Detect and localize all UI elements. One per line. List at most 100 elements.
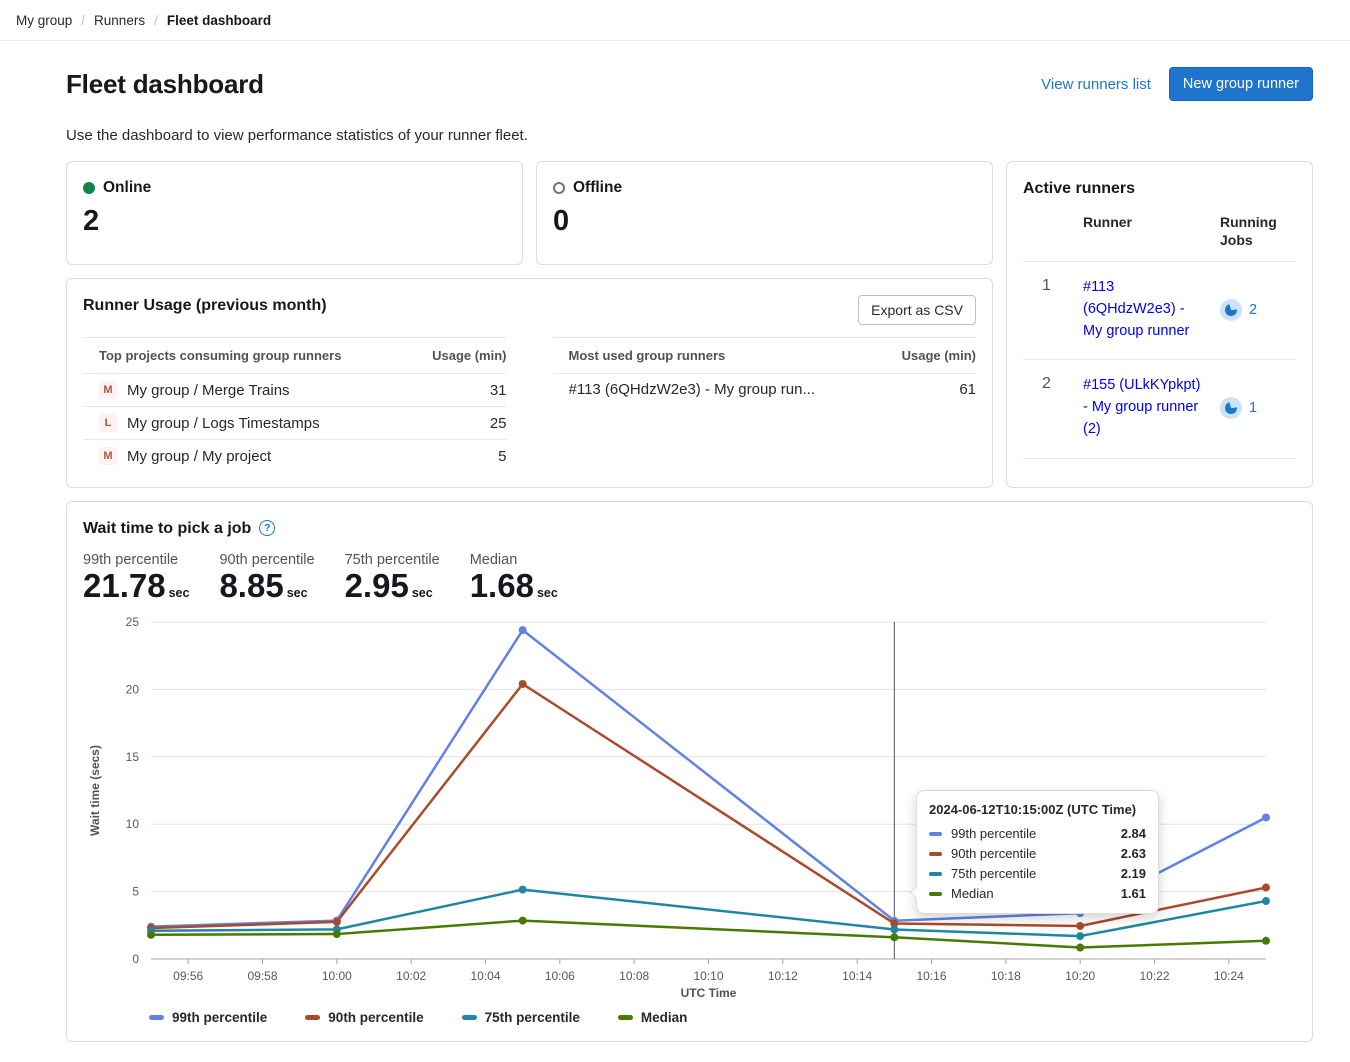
runner-rank: 2 — [1023, 375, 1083, 393]
legend-item-median[interactable]: Median — [618, 1010, 688, 1025]
svg-text:10:04: 10:04 — [470, 969, 500, 983]
view-runners-list-link[interactable]: View runners list — [1041, 76, 1151, 93]
table-row: 2 #155 (ULkKYpkpt) - My group runner (2)… — [1023, 360, 1296, 458]
project-name: My group / Logs Timestamps — [127, 415, 478, 432]
table-row: M My group / Merge Trains 31 — [83, 374, 507, 407]
project-usage-value: 31 — [490, 382, 507, 399]
runner-usage-value: 61 — [959, 381, 976, 398]
page-description: Use the dashboard to view performance st… — [66, 127, 1313, 144]
series-dash-icon — [929, 892, 942, 896]
breadcrumb-separator: / — [81, 13, 85, 28]
project-name: My group / Merge Trains — [127, 382, 478, 399]
offline-card: Offline 0 — [536, 161, 993, 265]
project-usage-value: 5 — [498, 448, 506, 465]
running-jobs-count-link[interactable]: 2 — [1249, 302, 1257, 318]
svg-text:10:02: 10:02 — [396, 969, 426, 983]
svg-text:25: 25 — [126, 615, 140, 629]
tooltip-row: 90th percentile 2.63 — [929, 846, 1146, 861]
dashboard-grid: Online 2 Offline 0 Runner Usage (previou… — [66, 161, 1313, 488]
svg-text:09:58: 09:58 — [247, 969, 277, 983]
online-card: Online 2 — [66, 161, 523, 265]
svg-text:10:20: 10:20 — [1065, 969, 1095, 983]
page-header: Fleet dashboard View runners list New gr… — [66, 67, 1313, 101]
runner-name: #113 (6QHdzW2e3) - My group run... — [569, 381, 948, 398]
help-icon[interactable]: ? — [259, 520, 275, 536]
breadcrumb-separator: / — [154, 13, 158, 28]
wait-time-card: Wait time to pick a job ? 99th percentil… — [66, 501, 1313, 1042]
table-row: 1 #113 (6QHdzW2e3) - My group runner 2 — [1023, 262, 1296, 360]
main-content: Fleet dashboard View runners list New gr… — [0, 41, 1350, 1062]
breadcrumb-link-runners[interactable]: Runners — [94, 13, 145, 28]
wait-time-stats: 99th percentile 21.78sec 90th percentile… — [83, 552, 1296, 604]
status-cards-row: Online 2 Offline 0 — [66, 161, 993, 265]
svg-text:10:22: 10:22 — [1139, 969, 1169, 983]
export-csv-button[interactable]: Export as CSV — [858, 295, 976, 325]
table-row: M My group / My project 5 — [83, 440, 507, 472]
svg-text:10:08: 10:08 — [619, 969, 649, 983]
legend-dash-icon — [305, 1015, 320, 1020]
running-jobs-count-link[interactable]: 1 — [1249, 400, 1257, 416]
runner-usage-title: Runner Usage (previous month) — [83, 297, 327, 315]
online-count: 2 — [83, 205, 506, 238]
svg-text:5: 5 — [132, 885, 139, 899]
breadcrumb-link-group[interactable]: My group — [16, 13, 72, 28]
svg-text:10:14: 10:14 — [842, 969, 872, 983]
runner-link[interactable]: #113 (6QHdzW2e3) - My group runner — [1083, 277, 1220, 342]
table-row: #113 (6QHdzW2e3) - My group run... 61 — [553, 374, 977, 405]
svg-text:10:10: 10:10 — [693, 969, 723, 983]
top-projects-usage-header: Usage (min) — [432, 348, 506, 363]
svg-text:10:06: 10:06 — [545, 969, 575, 983]
stat-99th: 99th percentile 21.78sec — [83, 552, 189, 604]
running-jobs-column-header: Running Jobs — [1220, 214, 1296, 249]
svg-text:10:16: 10:16 — [916, 969, 946, 983]
wait-time-chart: 051015202509:5609:5810:0010:0210:0410:06… — [83, 608, 1296, 1008]
svg-text:09:56: 09:56 — [173, 969, 203, 983]
online-label: Online — [103, 179, 151, 197]
project-avatar: M — [99, 381, 117, 399]
chart-legend: 99th percentile 90th percentile 75th perce… — [149, 1010, 1296, 1025]
project-name: My group / My project — [127, 448, 486, 465]
svg-text:15: 15 — [126, 750, 140, 764]
runner-link[interactable]: #155 (ULkKYpkpt) - My group runner (2) — [1083, 375, 1220, 440]
wait-time-title: Wait time to pick a job — [83, 520, 251, 538]
offline-count: 0 — [553, 205, 976, 238]
most-used-usage-header: Usage (min) — [902, 348, 976, 363]
legend-item-99th-percentile[interactable]: 99th percentile — [149, 1010, 267, 1025]
running-jobs-progress-icon — [1220, 397, 1242, 419]
svg-text:10: 10 — [126, 817, 140, 831]
tooltip-row: 99th percentile 2.84 — [929, 826, 1146, 841]
offline-status-icon — [553, 182, 565, 194]
stat-median: Median 1.68sec — [470, 552, 558, 604]
runner-rank: 1 — [1023, 277, 1083, 295]
tooltip-row: Median 1.61 — [929, 886, 1146, 901]
svg-text:0: 0 — [132, 952, 139, 966]
project-avatar: M — [99, 447, 117, 465]
running-jobs-progress-icon — [1220, 299, 1242, 321]
most-used-runners-col-header: Most used group runners — [569, 348, 726, 363]
page-title: Fleet dashboard — [66, 69, 264, 100]
tooltip-title: 2024-06-12T10:15:00Z (UTC Time) — [929, 802, 1146, 817]
tooltip-row: 75th percentile 2.19 — [929, 866, 1146, 881]
legend-item-75th-percentile[interactable]: 75th percentile — [462, 1010, 580, 1025]
svg-text:UTC Time: UTC Time — [681, 986, 737, 1000]
table-row: L My group / Logs Timestamps 25 — [83, 407, 507, 440]
legend-item-90th-percentile[interactable]: 90th percentile — [305, 1010, 423, 1025]
top-projects-col-header: Top projects consuming group runners — [99, 348, 341, 363]
breadcrumb-current: Fleet dashboard — [167, 13, 271, 28]
online-status-icon — [83, 182, 95, 194]
runner-column-header: Runner — [1083, 214, 1220, 249]
breadcrumb: My group / Runners / Fleet dashboard — [0, 0, 1350, 41]
svg-text:10:24: 10:24 — [1214, 969, 1244, 983]
legend-dash-icon — [149, 1015, 164, 1020]
chart-tooltip: 2024-06-12T10:15:00Z (UTC Time) 99th per… — [916, 790, 1159, 914]
left-column: Online 2 Offline 0 Runner Usage (previou… — [66, 161, 993, 488]
legend-dash-icon — [618, 1015, 633, 1020]
active-runners-table: Runner Running Jobs 1 #113 (6QHdzW2e3) -… — [1023, 198, 1296, 459]
stat-90th: 90th percentile 8.85sec — [219, 552, 314, 604]
project-usage-value: 25 — [490, 415, 507, 432]
runner-usage-card: Runner Usage (previous month) Export as … — [66, 278, 993, 488]
active-runners-title: Active runners — [1023, 180, 1296, 198]
svg-text:Wait time (secs): Wait time (secs) — [88, 745, 102, 836]
stat-75th: 75th percentile 2.95sec — [345, 552, 440, 604]
new-group-runner-button[interactable]: New group runner — [1169, 67, 1313, 101]
